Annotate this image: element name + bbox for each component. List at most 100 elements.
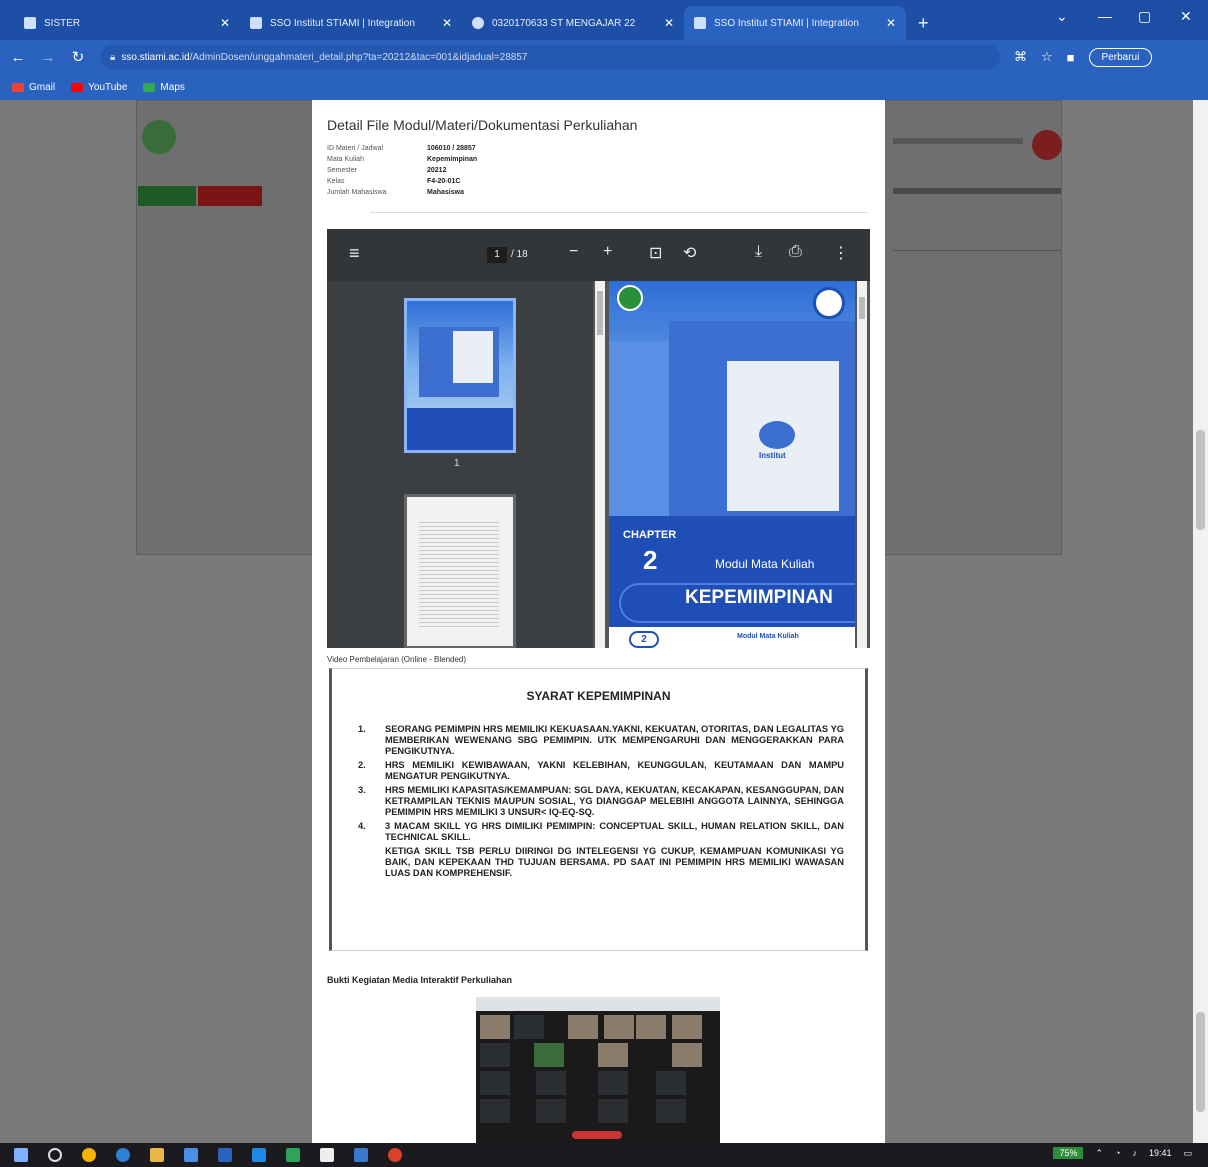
more-options-icon[interactable]: ⋮ xyxy=(833,243,849,263)
meta-key: ID Materi / Jadwal xyxy=(327,145,384,152)
translate-icon[interactable]: ⌘ xyxy=(1014,49,1027,65)
url-host: sso.stiami.ac.id xyxy=(121,51,190,63)
list-item: 2. HRS MEMILIKI KEWIBAWAAN, YAKNI KELEBIH… xyxy=(358,760,844,782)
list-note: KETIGA SKILL TSB PERLU DIIRINGI DG INTEL… xyxy=(385,846,844,878)
bookmarks-bar: Gmail YouTube Maps xyxy=(0,74,1208,100)
menu-icon[interactable]: ≡ xyxy=(349,243,360,264)
download-icon[interactable]: ⤓ xyxy=(755,243,762,261)
pdf-viewer[interactable]: ≡ 1 / 18 − + ⊡ ⟲ ⤓ ⎙ ⋮ 1 Institut CHAPTE… xyxy=(327,229,870,648)
app-icon[interactable] xyxy=(252,1148,266,1162)
bookmark-gmail[interactable]: Gmail xyxy=(12,82,55,93)
detail-modal: Detail File Modul/Materi/Dokumentasi Per… xyxy=(312,100,885,1143)
bookmark-youtube[interactable]: YouTube xyxy=(71,82,127,93)
url-path: /AdminDosen/unggahmateri_detail.php?ta=2… xyxy=(189,51,528,63)
tab-label: SSO Institut STIAMI | Integration xyxy=(270,17,415,29)
tab-search-icon[interactable]: ⌄ xyxy=(1056,8,1068,25)
new-tab-button[interactable]: + xyxy=(906,6,941,40)
clock[interactable]: 19:41 xyxy=(1149,1148,1172,1158)
fit-page-icon[interactable]: ⊡ xyxy=(649,243,662,263)
print-icon[interactable]: ⎙ xyxy=(789,243,802,261)
tab-sister[interactable]: SISTER ✕ xyxy=(14,6,240,40)
meta-value: Mahasiswa xyxy=(427,189,464,196)
tab-sso-1[interactable]: SSO Institut STIAMI | Integration ✕ xyxy=(240,6,462,40)
video-section-label: Video Pembelajaran (Online - Blended) xyxy=(327,655,467,664)
list-number: 2. xyxy=(358,760,366,770)
list-number: 1. xyxy=(358,724,366,734)
bookmark-maps[interactable]: Maps xyxy=(143,81,185,93)
meta-row: Jumlah Mahasiswa Mahasiswa xyxy=(327,187,477,198)
file-explorer-icon[interactable] xyxy=(150,1148,164,1162)
app-icon[interactable] xyxy=(354,1148,368,1162)
windows-start-icon[interactable] xyxy=(14,1148,28,1162)
page-scrollbar[interactable] xyxy=(1193,100,1208,1143)
cover-chapter-label: CHAPTER xyxy=(623,529,677,541)
extension-icon[interactable]: ■ xyxy=(1067,50,1075,65)
taskbar xyxy=(0,1143,1208,1167)
list-item: 3. HRS MEMILIKI KAPASITAS/KEMAMPUAN: SGL … xyxy=(358,785,844,818)
minimize-button[interactable]: — xyxy=(1098,8,1112,24)
bookmark-label: YouTube xyxy=(88,81,128,93)
search-icon[interactable] xyxy=(48,1148,62,1162)
page-scrollbar-thumb[interactable] xyxy=(1196,430,1205,530)
modal-scrollbar-thumb[interactable] xyxy=(1196,1012,1205,1112)
cover-logo-icon xyxy=(617,285,643,311)
back-arrow-icon[interactable]: ← xyxy=(10,49,26,66)
bookmark-label: Maps xyxy=(160,81,185,93)
meta-key: Jumlah Mahasiswa xyxy=(327,189,387,196)
notifications-icon[interactable]: ▭ xyxy=(1183,1148,1192,1159)
page-thumbnail-2[interactable] xyxy=(404,494,516,648)
mail-icon[interactable] xyxy=(218,1148,232,1162)
zoom-in-icon[interactable]: + xyxy=(603,243,612,261)
meta-value: F4-20-01C xyxy=(427,178,461,185)
app-icon[interactable] xyxy=(286,1148,300,1162)
rotate-icon[interactable]: ⟲ xyxy=(683,243,696,263)
store-icon[interactable] xyxy=(184,1148,198,1162)
battery-indicator[interactable]: 75% xyxy=(1053,1147,1084,1159)
meta-value: 106010 / 28857 xyxy=(427,145,476,152)
tab-favicon-icon xyxy=(24,17,36,29)
zoom-out-icon[interactable]: − xyxy=(569,243,578,261)
close-tab-icon[interactable]: ✕ xyxy=(442,16,452,30)
update-button[interactable]: Perbarui xyxy=(1088,47,1153,67)
document-scrollbar[interactable] xyxy=(857,281,867,648)
forward-arrow-icon[interactable]: → xyxy=(40,49,56,66)
reload-icon[interactable]: ↻ xyxy=(70,48,86,66)
list-item: 4. 3 MACAM SKILL YG HRS DIMILIKI PEMIMPIN… xyxy=(358,821,844,843)
gmail-icon xyxy=(12,82,24,92)
page-number-input[interactable]: 1 xyxy=(487,247,507,263)
institut-logo-icon xyxy=(759,421,795,449)
list-text: 3 MACAM SKILL YG HRS DIMILIKI PEMIMPIN: … xyxy=(385,821,844,842)
wifi-icon[interactable]: ◔ xyxy=(1115,1148,1120,1158)
tab-label: SSO Institut STIAMI | Integration xyxy=(714,17,859,29)
modal-title: Detail File Modul/Materi/Dokumentasi Per… xyxy=(327,117,638,133)
close-tab-icon[interactable]: ✕ xyxy=(220,16,230,30)
system-tray: 75% ⌃ ◔ ♪ 19:41 ▭ xyxy=(1053,1147,1192,1159)
meta-row: Mata Kuliah Kepemimpinan xyxy=(327,154,477,165)
app-icon[interactable] xyxy=(320,1148,334,1162)
list-text: HRS MEMILIKI KAPASITAS/KEMAMPUAN: SGL DA… xyxy=(385,785,844,817)
bookmark-star-icon[interactable]: ☆ xyxy=(1041,49,1053,65)
page-total: / 18 xyxy=(511,249,528,260)
app-icon[interactable] xyxy=(388,1148,402,1162)
lock-icon: 🔒︎ xyxy=(110,51,116,63)
address-bar[interactable]: 🔒︎ sso.stiami.ac.id /AdminDosen/unggahma… xyxy=(100,45,1000,69)
cover-title: KEPEMIMPINAN xyxy=(685,587,833,608)
chrome-icon[interactable] xyxy=(82,1148,96,1162)
tab-mengajar[interactable]: 0320170633 ST MENGAJAR 22 ✕ xyxy=(462,6,684,40)
volume-icon[interactable]: ♪ xyxy=(1132,1148,1137,1158)
background-button-red xyxy=(198,186,262,206)
maximize-button[interactable]: ▢ xyxy=(1138,8,1151,25)
tab-sso-active[interactable]: SSO Institut STIAMI | Integration ✕ xyxy=(684,6,906,40)
cover-subtitle: Modul Mata Kuliah xyxy=(715,557,815,571)
close-tab-icon[interactable]: ✕ xyxy=(886,16,896,30)
page-thumbnail-1[interactable] xyxy=(404,298,516,453)
close-window-button[interactable]: ✕ xyxy=(1180,8,1192,25)
tab-strip: SISTER ✕ SSO Institut STIAMI | Integrati… xyxy=(0,0,1208,40)
video-player[interactable]: SYARAT KEPEMIMPINAN 1. SEORANG PEMIMPIN H… xyxy=(329,668,868,951)
edge-icon[interactable] xyxy=(116,1148,130,1162)
sidebar-scrollbar[interactable] xyxy=(595,281,605,648)
tab-favicon-icon xyxy=(250,17,262,29)
chevron-up-icon[interactable]: ⌃ xyxy=(1095,1148,1103,1159)
bukti-section-label: Bukti Kegiatan Media Interaktif Perkulia… xyxy=(327,975,513,985)
close-tab-icon[interactable]: ✕ xyxy=(664,16,674,30)
